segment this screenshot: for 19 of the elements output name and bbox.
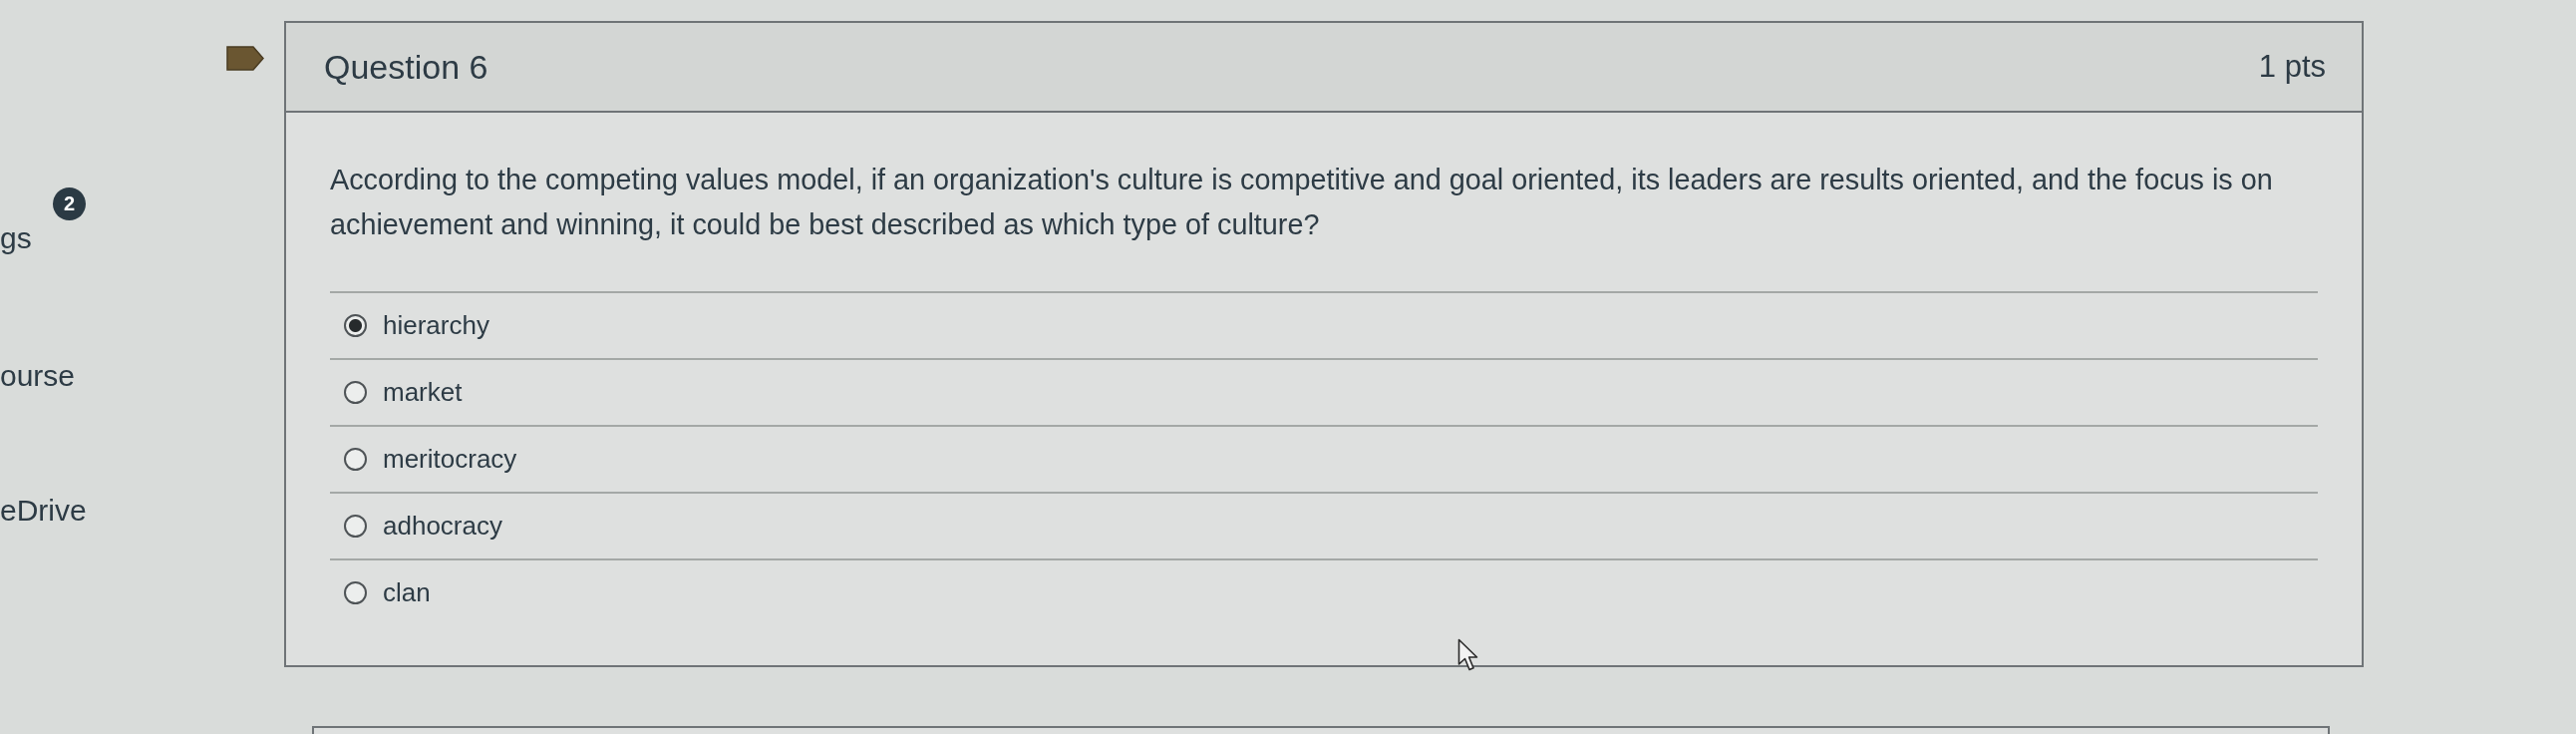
nav-link[interactable]: eDrive	[0, 493, 87, 529]
answer-label[interactable]: meritocracy	[383, 444, 517, 475]
radio-button[interactable]	[344, 314, 367, 337]
points-label: 1 pts	[2258, 49, 2326, 85]
radio-button[interactable]	[344, 448, 367, 471]
answer-label[interactable]: market	[383, 377, 463, 408]
question-title: Question 6	[324, 47, 488, 87]
radio-button[interactable]	[344, 381, 367, 404]
nav-link[interactable]: gs	[0, 220, 32, 256]
answer-label[interactable]: hierarchy	[383, 310, 489, 341]
radio-button[interactable]	[344, 515, 367, 538]
question-text: According to the competing values model, if an organization's culture is competitive and goal oriented, its leaders are results oriented, and the focus is on achievement and winning, it could be best described as which type of culture?	[330, 163, 2274, 242]
answer-label[interactable]: clan	[383, 577, 431, 608]
cursor-icon	[1457, 638, 1479, 672]
radio-button[interactable]	[344, 581, 367, 604]
count-badge: 2	[53, 187, 86, 220]
tag-icon	[226, 46, 264, 71]
nav-link[interactable]: ourse	[0, 358, 76, 394]
answer-label[interactable]: adhocracy	[383, 511, 502, 542]
